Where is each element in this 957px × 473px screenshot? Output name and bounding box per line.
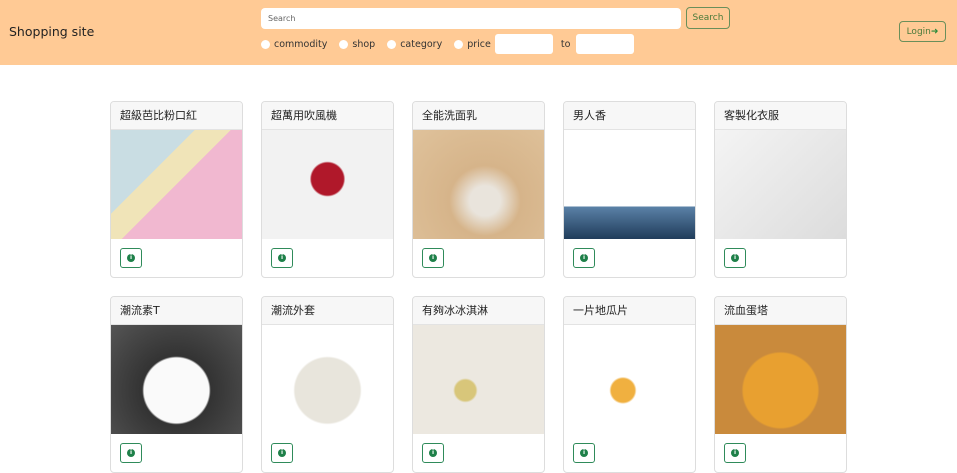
product-image[interactable] xyxy=(413,325,544,434)
card-footer: i xyxy=(413,434,544,472)
product-image[interactable] xyxy=(564,130,695,239)
card-footer: i xyxy=(413,239,544,277)
product-title: 有夠冰冰淇淋 xyxy=(413,297,544,325)
card-footer: i xyxy=(715,434,846,472)
product-info-button[interactable]: i xyxy=(422,248,444,268)
radio-circle[interactable] xyxy=(387,39,397,49)
product-card: 全能洗面乳 i xyxy=(412,101,545,278)
product-image[interactable] xyxy=(111,325,242,434)
product-title: 超級芭比粉口紅 xyxy=(111,102,242,130)
info-icon: i xyxy=(580,449,588,457)
product-image[interactable] xyxy=(564,325,695,434)
product-info-button[interactable]: i xyxy=(724,248,746,268)
info-icon: i xyxy=(278,254,286,262)
info-icon: i xyxy=(429,449,437,457)
info-icon: i xyxy=(731,449,739,457)
product-card: 客製化衣服 i xyxy=(714,101,847,278)
product-card: 有夠冰冰淇淋 i xyxy=(412,296,545,473)
product-title: 全能洗面乳 xyxy=(413,102,544,130)
price-min-input[interactable] xyxy=(494,34,553,54)
login-arrow-icon: ➜ xyxy=(930,26,939,37)
card-footer: i xyxy=(715,239,846,277)
product-image[interactable] xyxy=(262,130,393,239)
info-icon: i xyxy=(580,254,588,262)
search-button[interactable]: Search xyxy=(686,7,730,29)
product-info-button[interactable]: i xyxy=(573,248,595,268)
site-brand[interactable]: Shopping site xyxy=(9,24,94,39)
info-icon: i xyxy=(429,254,437,262)
search-input[interactable] xyxy=(261,8,681,29)
product-image[interactable] xyxy=(715,130,846,239)
product-info-button[interactable]: i xyxy=(724,443,746,463)
product-card: 潮流素T i xyxy=(110,296,243,473)
filter-label: price xyxy=(467,38,491,50)
product-grid: 超級芭比粉口紅 i 超萬用吹風機 i 全能洗面乳 i 男人香 i 客製化衣服 i 潮流素T… xyxy=(110,101,847,473)
card-footer: i xyxy=(111,239,242,277)
product-image[interactable] xyxy=(262,325,393,434)
info-icon: i xyxy=(731,254,739,262)
card-footer: i xyxy=(111,434,242,472)
product-card: 流血蛋塔 i xyxy=(714,296,847,473)
filter-label: commodity xyxy=(274,38,328,50)
top-navbar: Shopping site Search commodity shop cate… xyxy=(0,0,957,65)
filter-label: shop xyxy=(352,38,376,50)
product-title: 潮流素T xyxy=(111,297,242,325)
product-card: 超萬用吹風機 i xyxy=(261,101,394,278)
product-image[interactable] xyxy=(715,325,846,434)
filter-label: category xyxy=(400,38,443,50)
info-icon: i xyxy=(127,254,135,262)
login-button[interactable]: Login ➜ xyxy=(899,21,946,42)
product-card: 潮流外套 i xyxy=(261,296,394,473)
product-title: 潮流外套 xyxy=(262,297,393,325)
product-info-button[interactable]: i xyxy=(573,443,595,463)
radio-circle[interactable] xyxy=(339,39,349,49)
filter-price-radio[interactable]: price xyxy=(454,39,491,50)
product-info-button[interactable]: i xyxy=(120,248,142,268)
product-card: 超級芭比粉口紅 i xyxy=(110,101,243,278)
product-info-button[interactable]: i xyxy=(271,443,293,463)
card-footer: i xyxy=(262,434,393,472)
product-title: 一片地瓜片 xyxy=(564,297,695,325)
card-footer: i xyxy=(262,239,393,277)
product-title: 男人香 xyxy=(564,102,695,130)
product-image[interactable] xyxy=(413,130,544,239)
radio-circle[interactable] xyxy=(261,39,270,49)
card-footer: i xyxy=(564,434,695,472)
product-info-button[interactable]: i xyxy=(271,248,293,268)
product-card: 男人香 i xyxy=(563,101,696,278)
price-max-input[interactable] xyxy=(576,34,635,54)
filter-commodity-radio[interactable]: commodity xyxy=(261,39,327,50)
product-title: 客製化衣服 xyxy=(715,102,846,130)
product-info-button[interactable]: i xyxy=(120,443,142,463)
info-icon: i xyxy=(278,449,286,457)
product-info-button[interactable]: i xyxy=(422,443,444,463)
info-icon: i xyxy=(127,449,135,457)
product-title: 超萬用吹風機 xyxy=(262,102,393,130)
price-to-label: to xyxy=(560,38,571,50)
login-label: Login xyxy=(906,26,931,37)
filter-shop-radio[interactable]: shop xyxy=(339,39,375,50)
product-card: 一片地瓜片 i xyxy=(563,296,696,473)
card-footer: i xyxy=(564,239,695,277)
product-image[interactable] xyxy=(111,130,242,239)
search-filters: commodity shop category price to xyxy=(261,34,640,54)
product-title: 流血蛋塔 xyxy=(715,297,846,325)
radio-circle[interactable] xyxy=(454,39,464,49)
filter-category-radio[interactable]: category xyxy=(387,39,442,50)
